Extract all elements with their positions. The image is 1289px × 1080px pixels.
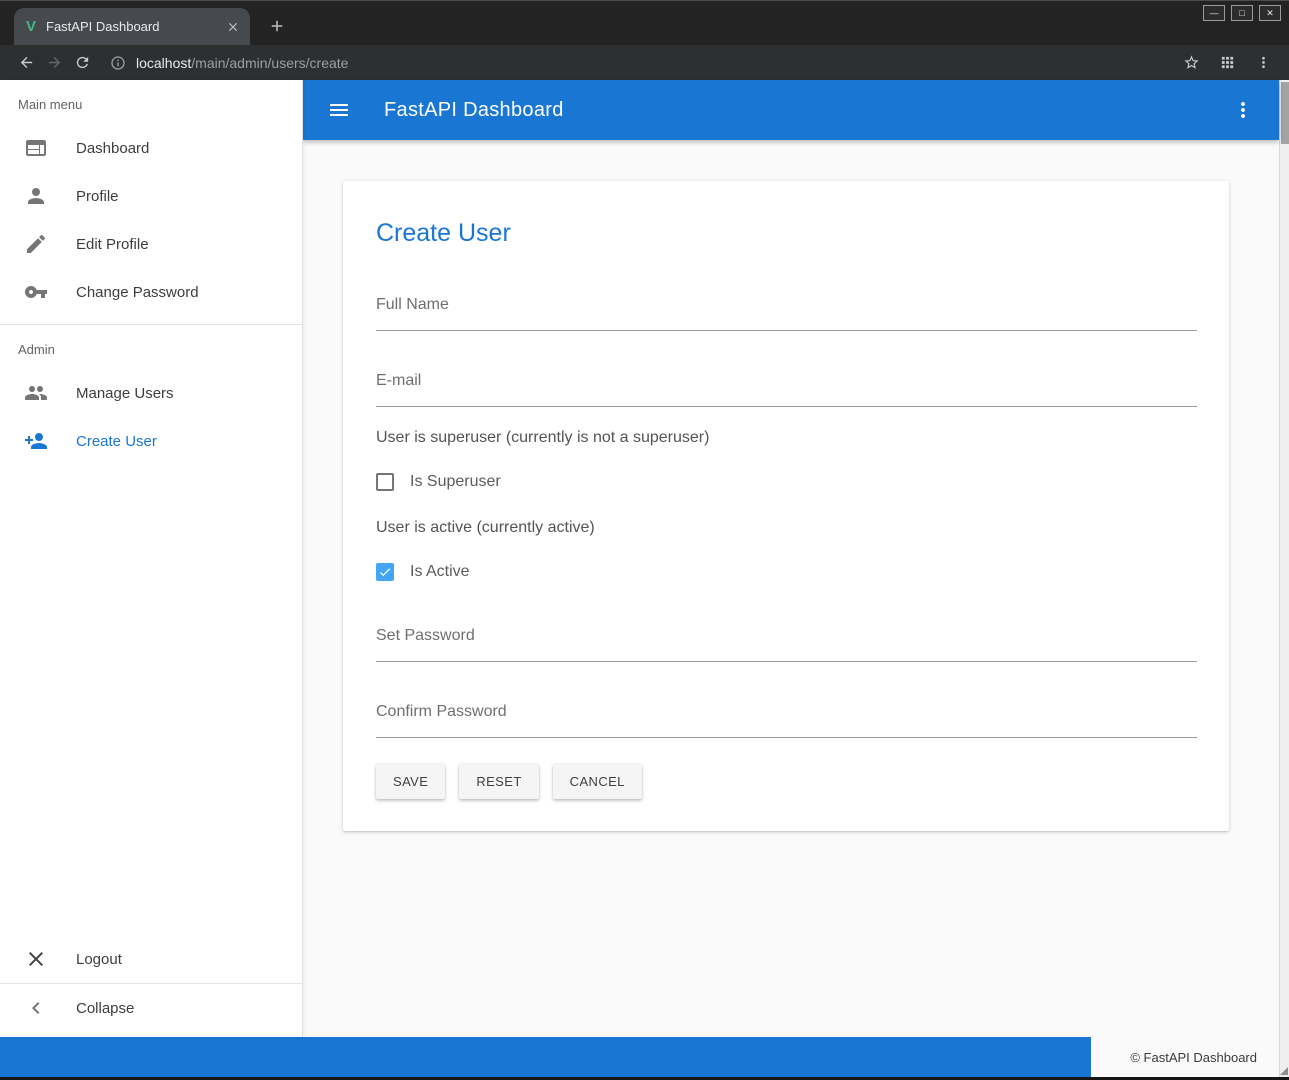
check-icon: [378, 565, 392, 579]
browser-menu-icon[interactable]: [1249, 49, 1277, 77]
browser-tab[interactable]: V FastAPI Dashboard: [14, 8, 250, 45]
sidebar-item-dashboard[interactable]: Dashboard: [0, 124, 302, 172]
people-icon: [24, 381, 48, 405]
reload-icon[interactable]: [68, 49, 96, 77]
sidebar-item-change-password[interactable]: Change Password: [0, 268, 302, 316]
tab-title: FastAPI Dashboard: [46, 19, 224, 34]
window-controls: ― □ ✕: [1203, 5, 1281, 21]
full-name-field[interactable]: [376, 296, 1197, 331]
save-button[interactable]: SAVE: [376, 764, 445, 799]
sidebar-item-label: Create User: [76, 433, 157, 450]
footer-copyright: © FastAPI Dashboard: [1091, 1037, 1279, 1077]
reset-button[interactable]: RESET: [459, 764, 538, 799]
sidebar-item-profile[interactable]: Profile: [0, 172, 302, 220]
footer-accent-bar: [0, 1037, 1091, 1077]
sidebar-item-manage-users[interactable]: Manage Users: [0, 369, 302, 417]
full-name-field-wrap: [376, 296, 1197, 331]
is-superuser-checkbox[interactable]: [376, 473, 394, 491]
browser-window: V FastAPI Dashboard ― □ ✕: [0, 0, 1289, 1080]
sidebar-section-main: Main menu: [0, 80, 302, 124]
browser-tabstrip: V FastAPI Dashboard ― □ ✕: [0, 0, 1289, 45]
active-hint: User is active (currently active): [376, 519, 1197, 537]
is-active-checkbox[interactable]: [376, 563, 394, 581]
browser-toolbar: localhost/main/admin/users/create: [0, 45, 1289, 80]
password-field-wrap: [376, 627, 1197, 662]
person-add-icon: [24, 429, 48, 453]
sidebar-item-edit-profile[interactable]: Edit Profile: [0, 220, 302, 268]
footer: © FastAPI Dashboard: [0, 1037, 1279, 1077]
sidebar-item-label: Collapse: [76, 1000, 134, 1017]
key-icon: [24, 280, 48, 304]
sidebar-item-label: Dashboard: [76, 140, 149, 157]
maximize-icon[interactable]: □: [1231, 5, 1253, 21]
back-icon[interactable]: [12, 49, 40, 77]
sidebar-item-logout[interactable]: Logout: [0, 935, 302, 983]
email-field-wrap: [376, 372, 1197, 407]
tab-favicon-icon: V: [26, 18, 36, 35]
bookmark-star-icon[interactable]: [1177, 49, 1205, 77]
sidebar-bottom: Logout Collapse: [0, 935, 302, 1037]
sidebar-item-label: Manage Users: [76, 385, 174, 402]
sidebar-item-label: Change Password: [76, 284, 199, 301]
pencil-icon: [24, 232, 48, 256]
main-content: FastAPI Dashboard Create User: [303, 80, 1279, 1037]
chevron-left-icon: [24, 996, 48, 1020]
is-active-checkbox-row[interactable]: Is Active: [376, 563, 1197, 581]
new-tab-button[interactable]: [264, 13, 290, 39]
superuser-hint: User is superuser (currently is not a su…: [376, 429, 1197, 447]
minimize-icon[interactable]: ―: [1203, 5, 1225, 21]
cancel-button[interactable]: CANCEL: [553, 764, 642, 799]
create-user-card: Create User User is superuser (currently…: [343, 181, 1229, 831]
url-bar[interactable]: localhost/main/admin/users/create: [110, 55, 1169, 71]
page-title: Create User: [376, 219, 1197, 248]
person-icon: [24, 184, 48, 208]
appbar: FastAPI Dashboard: [303, 80, 1279, 140]
hamburger-menu-icon[interactable]: [327, 98, 351, 122]
sidebar-section-admin: Admin: [0, 325, 302, 369]
sidebar-item-label: Logout: [76, 951, 122, 968]
is-superuser-checkbox-row[interactable]: Is Superuser: [376, 473, 1197, 491]
confirm-password-field-wrap: [376, 703, 1197, 738]
password-field[interactable]: [376, 627, 1197, 662]
sidebar: Main menu Dashboard Profile: [0, 80, 303, 1037]
extensions-icon[interactable]: [1213, 49, 1241, 77]
appbar-kebab-icon[interactable]: [1231, 98, 1255, 122]
sidebar-item-label: Edit Profile: [76, 236, 149, 253]
confirm-password-field[interactable]: [376, 703, 1197, 738]
page-body: Create User User is superuser (currently…: [303, 140, 1279, 1037]
checkbox-label: Is Superuser: [410, 473, 501, 491]
page-scrollbar[interactable]: [1279, 80, 1289, 1077]
email-field[interactable]: [376, 372, 1197, 407]
url-path: /main/admin/users/create: [191, 55, 348, 71]
form-actions: SAVE RESET CANCEL: [376, 764, 1197, 799]
checkbox-label: Is Active: [410, 563, 470, 581]
tab-close-icon[interactable]: [224, 18, 242, 36]
logout-x-icon: [24, 947, 48, 971]
toolbar-actions: [1177, 49, 1277, 77]
url-host: localhost: [136, 55, 191, 71]
resize-grip-icon: [1280, 1067, 1288, 1075]
page-info-icon[interactable]: [110, 55, 126, 71]
scrollbar-thumb[interactable]: [1281, 82, 1289, 144]
window-close-icon[interactable]: ✕: [1259, 5, 1281, 21]
dashboard-icon: [24, 136, 48, 160]
appbar-title: FastAPI Dashboard: [384, 99, 564, 122]
forward-icon[interactable]: [40, 49, 68, 77]
sidebar-item-label: Profile: [76, 188, 119, 205]
sidebar-item-collapse[interactable]: Collapse: [0, 984, 302, 1032]
sidebar-item-create-user[interactable]: Create User: [0, 417, 302, 465]
app-area: Main menu Dashboard Profile: [0, 80, 1289, 1077]
